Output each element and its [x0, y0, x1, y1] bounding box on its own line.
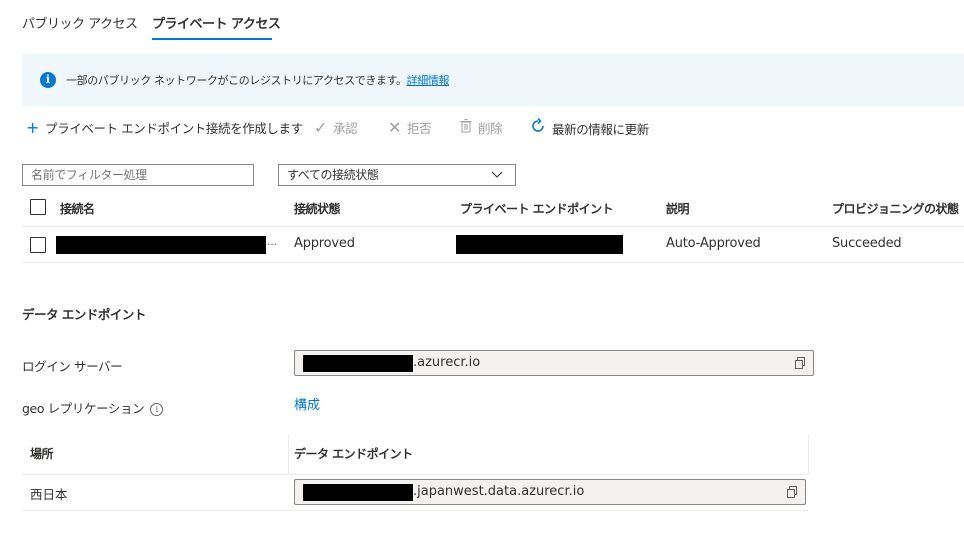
checkmark-icon: ✓	[314, 118, 328, 137]
login-server-field: .azurecr.io	[294, 350, 814, 376]
copy-icon[interactable]	[795, 357, 805, 369]
info-banner: i 一部のパブリック ネットワークがこのレジストリにアクセスできます。詳細情報	[22, 54, 964, 106]
table-row-divider	[22, 262, 964, 263]
connection-state-cell: Approved	[294, 236, 355, 251]
login-server-label: ログイン サーバー	[22, 359, 123, 374]
column-header-provisioning-state[interactable]: プロビジョニングの状態	[832, 200, 959, 217]
provisioning-state-cell: Succeeded	[832, 236, 902, 251]
info-banner-text: 一部のパブリック ネットワークがこのレジストリにアクセスできます。詳細情報	[66, 72, 449, 88]
close-icon: ✕	[388, 118, 402, 137]
reject-label: 拒否	[407, 121, 432, 136]
approve-button[interactable]: ✓ 承認	[314, 118, 358, 137]
table-header-divider	[22, 226, 964, 227]
create-endpoint-label: プライベート エンドポイント接続を作成します	[45, 121, 303, 136]
column-header-private-endpoint[interactable]: プライベート エンドポイント	[460, 200, 614, 217]
info-icon[interactable]: i	[150, 403, 164, 416]
column-header-data-endpoint: データ エンドポイント	[294, 447, 413, 461]
description-cell: Auto-Approved	[666, 236, 761, 251]
approve-label: 承認	[333, 121, 358, 136]
data-endpoint-field: .japanwest.data.azurecr.io	[294, 479, 806, 505]
tab-private-access[interactable]: プライベート アクセス	[152, 13, 281, 32]
column-header-description[interactable]: 説明	[666, 200, 690, 217]
geo-replication-label: geo レプリケーション i	[22, 398, 164, 417]
delete-button[interactable]: 削除	[460, 118, 503, 137]
refresh-icon	[530, 117, 546, 138]
select-all-checkbox[interactable]	[30, 199, 46, 215]
data-endpoint-section-title: データ エンドポイント	[22, 307, 146, 322]
dropdown-value: すべての接続状態	[287, 168, 379, 182]
name-filter-input[interactable]	[22, 164, 254, 186]
redacted-registry-name	[303, 484, 413, 501]
location-cell: 西日本	[30, 487, 68, 502]
table-row-divider	[22, 510, 808, 511]
column-header-connection-name[interactable]: 接続名	[60, 200, 95, 217]
trash-icon	[460, 118, 472, 137]
geo-replication-text: geo レプリケーション	[22, 401, 145, 416]
info-message: 一部のパブリック ネットワークがこのレジストリにアクセスできます。	[66, 74, 407, 87]
tab-public-access[interactable]: パブリック アクセス	[22, 13, 138, 32]
column-divider	[808, 434, 809, 474]
refresh-button[interactable]: 最新の情報に更新	[530, 117, 649, 138]
create-endpoint-button[interactable]: + プライベート エンドポイント接続を作成します	[26, 118, 303, 137]
redacted-private-endpoint[interactable]	[456, 235, 623, 254]
column-divider	[288, 434, 289, 474]
reject-button[interactable]: ✕ 拒否	[388, 118, 432, 137]
active-tab-indicator	[152, 38, 272, 40]
geo-configure-link[interactable]: 構成	[294, 394, 320, 413]
login-server-suffix: .azurecr.io	[413, 355, 481, 370]
redacted-connection-name	[56, 236, 266, 254]
table-header-divider	[22, 474, 808, 475]
copy-icon[interactable]	[787, 486, 797, 498]
column-header-location: 場所	[30, 447, 54, 461]
chevron-down-icon	[491, 165, 503, 191]
row-checkbox[interactable]	[30, 237, 46, 253]
refresh-label: 最新の情報に更新	[552, 121, 649, 137]
connection-state-dropdown[interactable]: すべての接続状態	[278, 164, 516, 186]
add-icon: +	[26, 118, 40, 137]
truncation-ellipsis: ···	[267, 238, 277, 251]
redacted-registry-name	[303, 355, 413, 372]
learn-more-link[interactable]: 詳細情報	[407, 74, 450, 87]
data-endpoint-suffix: .japanwest.data.azurecr.io	[413, 484, 585, 499]
info-icon: i	[40, 72, 56, 88]
column-header-connection-state[interactable]: 接続状態	[294, 200, 341, 217]
delete-label: 削除	[478, 121, 503, 136]
